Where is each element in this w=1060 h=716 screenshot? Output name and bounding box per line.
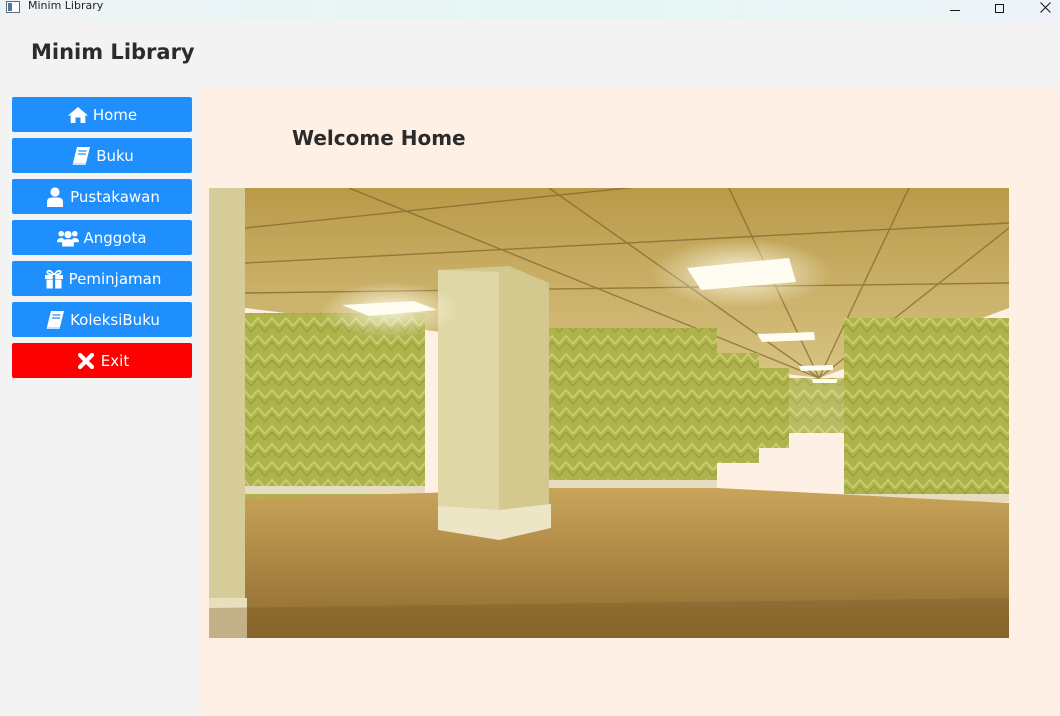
sidebar-item-label: Anggota [83, 228, 147, 247]
sidebar-item-label: Home [92, 105, 138, 124]
page-title: Welcome Home [292, 126, 466, 150]
window-title: Minim Library [28, 0, 104, 12]
app-window-icon [6, 1, 20, 13]
app-title: Minim Library [31, 40, 195, 64]
sidebar-item-label: KoleksiBuku [70, 310, 160, 329]
hero-image [209, 188, 1009, 638]
home-icon [67, 104, 89, 126]
maximize-button[interactable] [976, 0, 1022, 20]
gift-icon [43, 268, 65, 290]
minimize-icon [950, 10, 960, 11]
close-icon [75, 350, 97, 372]
exit-button[interactable]: Exit [12, 343, 192, 378]
sidebar-item-anggota[interactable]: Anggota [12, 220, 192, 255]
sidebar-item-pustakawan[interactable]: Pustakawan [12, 179, 192, 214]
sidebar-item-koleksibuku[interactable]: KoleksiBuku [12, 302, 192, 337]
main-content: Welcome Home [200, 88, 1060, 716]
exit-button-label: Exit [100, 351, 130, 370]
backrooms-illustration [209, 188, 1009, 638]
sidebar-item-peminjaman[interactable]: Peminjaman [12, 261, 192, 296]
users-icon [57, 227, 80, 249]
close-icon [1039, 1, 1051, 13]
sidebar-item-label: Peminjaman [68, 269, 162, 288]
sidebar-item-buku[interactable]: Buku [12, 138, 192, 173]
maximize-icon [994, 3, 1004, 13]
sidebar-item-label: Buku [96, 146, 134, 165]
sidebar-item-label: Pustakawan [70, 187, 160, 206]
sidebar: Home Buku Pustakawan Anggota Peminjaman … [12, 97, 192, 384]
book-icon [44, 309, 66, 331]
sidebar-item-home[interactable]: Home [12, 97, 192, 132]
book-icon [70, 145, 92, 167]
close-window-button[interactable] [1022, 0, 1060, 20]
minimize-button[interactable] [932, 0, 978, 20]
user-icon [44, 186, 66, 208]
window-title-bar: Minim Library [0, 0, 1060, 20]
